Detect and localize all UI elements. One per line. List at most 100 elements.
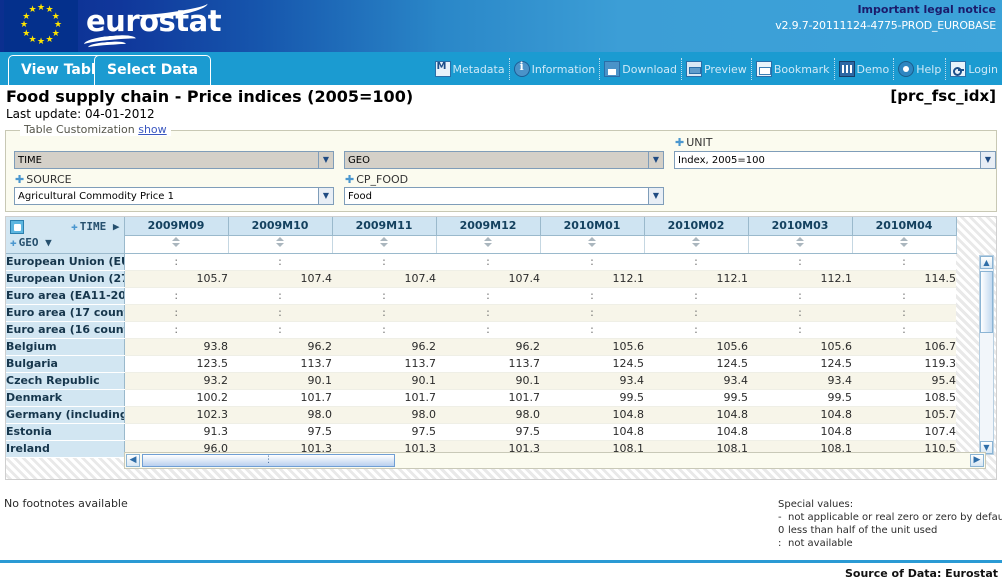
row-header[interactable]: Czech Republic — [6, 372, 125, 390]
column-header[interactable]: 2010M01 — [540, 217, 645, 236]
toolbar-item-demo[interactable]: Demo — [835, 58, 895, 80]
column-sort-button[interactable] — [540, 235, 645, 254]
column-sort-button[interactable] — [124, 235, 229, 254]
column-header[interactable]: 2009M12 — [436, 217, 541, 236]
row-header[interactable]: Euro area (16 countrie — [6, 321, 125, 339]
table-row: Euro area (EA11-2000:::::::: — [6, 287, 956, 305]
dimension-select-cp-food[interactable]: Food ▼ — [344, 187, 664, 205]
table-cell: 107.4 — [228, 270, 332, 288]
scroll-up-icon[interactable]: ▲ — [980, 256, 993, 269]
row-header[interactable]: Ireland — [6, 440, 125, 458]
table-cell: : — [644, 287, 748, 305]
toolbar-label-bookmark: Bookmark — [773, 62, 830, 76]
table-cell: 104.8 — [540, 406, 644, 424]
row-header[interactable]: European Union (27 co — [6, 270, 125, 288]
column-sort-button[interactable] — [332, 235, 437, 254]
column-header[interactable]: 2010M03 — [748, 217, 853, 236]
dataset-code: [prc_fsc_idx] — [890, 87, 996, 105]
column-header[interactable]: 2009M11 — [332, 217, 437, 236]
column-sort-button[interactable] — [748, 235, 853, 254]
column-sort-button[interactable] — [228, 235, 333, 254]
time-dimension-header[interactable]: ✚ TIME ▶ — [71, 220, 119, 233]
table-cell: 114.5 — [852, 270, 956, 288]
special-value-row: 0 less than half of the unit used — [778, 524, 1002, 537]
information-icon — [513, 60, 530, 77]
page-title: Food supply chain - Price indices (2005=… — [6, 87, 414, 106]
row-header[interactable]: Estonia — [6, 423, 125, 441]
scroll-left-icon[interactable]: ◀ — [126, 454, 140, 467]
dimension-label-cp-food: ✚ CP_FOOD — [345, 173, 409, 186]
row-header[interactable]: Bulgaria — [6, 355, 125, 373]
table-customization-show-link[interactable]: show — [138, 123, 166, 136]
column-sort-button[interactable] — [436, 235, 541, 254]
table-cell: 100.2 — [124, 389, 228, 407]
table-settings-icon[interactable] — [10, 220, 24, 234]
row-header[interactable]: Euro area (17 countrie — [6, 304, 125, 322]
data-table: ✚ TIME ▶ ✚ GEO ▼ 2009M09 2009M10 2009M11 2009… — [6, 217, 957, 458]
vertical-scroll-thumb[interactable] — [980, 271, 993, 333]
scroll-right-icon[interactable]: ▶ — [970, 454, 984, 467]
plus-icon[interactable]: ✚ — [345, 173, 354, 186]
table-cell: 119.3 — [852, 355, 956, 373]
table-cell: : — [540, 287, 644, 305]
table-cell: : — [540, 321, 644, 339]
table-cell: : — [436, 304, 540, 322]
toolbar-item-metadata[interactable]: Metadata — [431, 58, 510, 80]
legal-notice-link[interactable]: Important legal notice — [857, 3, 996, 16]
table-cell: : — [540, 304, 644, 322]
chevron-down-icon: ▼ — [648, 188, 663, 204]
toolbar-item-preview[interactable]: Preview — [682, 58, 752, 80]
table-cell: 105.6 — [748, 338, 852, 356]
toolbar-item-download[interactable]: Download — [600, 58, 682, 80]
dimension-select-source[interactable]: Agricultural Commodity Price 1 ▼ — [14, 187, 334, 205]
toolbar-item-help[interactable]: Help — [894, 58, 947, 80]
table-cell: : — [852, 287, 956, 305]
dimension-select-geo[interactable]: GEO ▼ — [344, 151, 664, 169]
special-value-symbol: : — [778, 538, 782, 549]
table-cell: : — [644, 321, 748, 339]
table-cell: 96.2 — [332, 338, 436, 356]
table-cell: 97.5 — [332, 423, 436, 441]
plus-icon[interactable]: ✚ — [675, 136, 684, 149]
dimension-select-time[interactable]: TIME ▼ — [14, 151, 334, 169]
column-header[interactable]: 2009M09 — [124, 217, 229, 236]
plus-icon[interactable]: ✚ — [71, 220, 78, 233]
horizontal-scroll-thumb[interactable]: ⋮ — [142, 454, 395, 467]
sort-arrows-icon — [171, 237, 182, 248]
row-header[interactable]: Germany (including fo — [6, 406, 125, 424]
eu-star-icon: ★ — [28, 5, 37, 16]
table-cell: 124.5 — [748, 355, 852, 373]
table-cell: 104.8 — [540, 423, 644, 441]
dimension-label-source: ✚ SOURCE — [15, 173, 72, 186]
toolbar-item-login[interactable]: Login — [946, 58, 1000, 80]
column-header[interactable]: 2009M10 — [228, 217, 333, 236]
column-header[interactable]: 2010M04 — [852, 217, 957, 236]
row-header[interactable]: Belgium — [6, 338, 125, 356]
toolbar-item-information[interactable]: Information — [510, 58, 601, 80]
table-corner-cell[interactable]: ✚ TIME ▶ ✚ GEO ▼ — [6, 217, 125, 254]
table-cell: 105.6 — [644, 338, 748, 356]
dimension-select-unit[interactable]: Index, 2005=100 ▼ — [674, 151, 996, 169]
plus-icon[interactable]: ✚ — [10, 236, 17, 249]
column-sort-button[interactable] — [852, 235, 957, 254]
row-header[interactable]: Euro area (EA11-2000 — [6, 287, 125, 305]
table-cell: 104.8 — [748, 423, 852, 441]
row-header[interactable]: Denmark — [6, 389, 125, 407]
table-cell: : — [332, 321, 436, 339]
geo-expand-arrow-icon: ▼ — [45, 236, 52, 249]
geo-dimension-header[interactable]: ✚ GEO ▼ — [10, 236, 52, 249]
vertical-scrollbar[interactable]: ▲ ▼ — [979, 255, 994, 455]
tab-select-data[interactable]: Select Data — [94, 55, 211, 85]
row-header[interactable]: European Union (EU6-1 — [6, 253, 125, 271]
column-sort-button[interactable] — [644, 235, 749, 254]
special-value-text: not available — [788, 538, 853, 549]
sort-arrows-icon — [483, 237, 494, 248]
dimension-value-time: TIME — [18, 155, 43, 166]
toolbar-item-bookmark[interactable]: Bookmark — [752, 58, 835, 80]
chevron-down-icon: ▼ — [648, 152, 663, 168]
sort-arrows-icon — [899, 237, 910, 248]
plus-icon[interactable]: ✚ — [15, 173, 24, 186]
table-cell: 124.5 — [644, 355, 748, 373]
horizontal-scrollbar[interactable]: ◀ ⋮ ▶ — [124, 452, 986, 469]
column-header[interactable]: 2010M02 — [644, 217, 749, 236]
